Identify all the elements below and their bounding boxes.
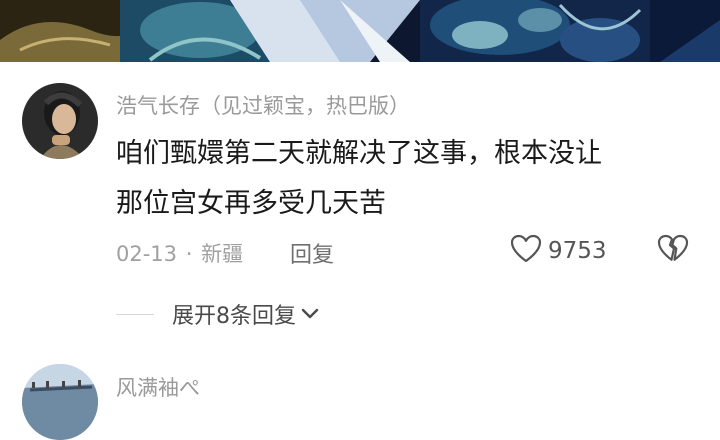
- expand-replies-button[interactable]: 展开8条回复: [172, 298, 320, 330]
- divider: [116, 313, 154, 315]
- expand-replies-row: 展开8条回复: [116, 298, 320, 330]
- comment-username[interactable]: 浩气长存（见过颖宝，热巴版）: [116, 90, 410, 120]
- comment-text-line: 咱们甄嬛第二天就解决了这事，根本没让: [116, 138, 602, 169]
- comment-meta: 02-13 · 新疆: [116, 238, 243, 268]
- comment-date: 02-13: [116, 242, 178, 266]
- avatar[interactable]: [22, 364, 98, 440]
- expand-replies-label: 展开8条回复: [172, 304, 296, 329]
- comment-item: 风满袖ぺ: [0, 362, 720, 440]
- like-count: 9753: [548, 238, 607, 264]
- dislike-button[interactable]: [657, 234, 689, 268]
- comment-text-line: 那位宫女再多受几天苦: [116, 188, 386, 219]
- meta-separator: ·: [185, 242, 193, 266]
- video-frame[interactable]: [0, 0, 720, 62]
- avatar[interactable]: [22, 83, 98, 159]
- comment-location: 新疆: [201, 242, 244, 266]
- chevron-down-icon: [300, 302, 320, 327]
- heart-outline-icon: [510, 234, 542, 268]
- broken-heart-icon: [657, 234, 689, 268]
- reply-button[interactable]: 回复: [290, 237, 334, 269]
- like-button[interactable]: 9753: [510, 234, 607, 268]
- comment-username[interactable]: 风满袖ぺ: [116, 372, 200, 402]
- comment-item: 浩气长存（见过颖宝，热巴版） 咱们甄嬛第二天就解决了这事，根本没让 那位宫女再多…: [0, 62, 720, 362]
